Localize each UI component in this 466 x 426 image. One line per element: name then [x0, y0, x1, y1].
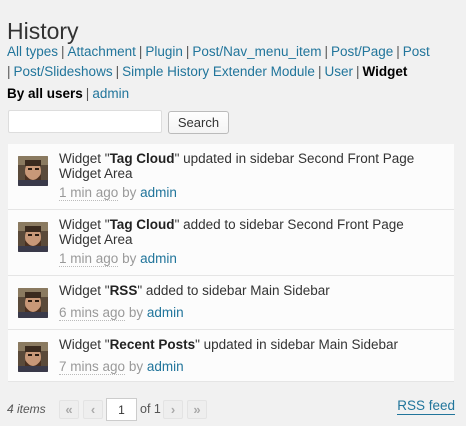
avatar	[18, 156, 48, 186]
separator: |	[138, 44, 143, 59]
item-user-link[interactable]: admin	[140, 251, 177, 266]
search-button[interactable]: Search	[168, 111, 229, 134]
item-user-link[interactable]: admin	[147, 305, 184, 320]
filter-type-attachment[interactable]: Attachment	[68, 44, 136, 59]
separator: |	[85, 86, 90, 101]
filter-type-widget-current: Widget	[362, 64, 408, 79]
widget-name: Tag Cloud	[109, 151, 175, 166]
prev-page-button[interactable]: ‹	[83, 400, 103, 419]
item-time: 1 min ago	[59, 185, 119, 201]
filter-user-admin[interactable]: admin	[92, 86, 129, 101]
filter-type-all-types[interactable]: All types	[7, 44, 58, 59]
pagination-bar: 4 items « ‹ of 1 › » RSS feed	[7, 398, 455, 421]
widget-name: Recent Posts	[109, 337, 196, 352]
first-page-button[interactable]: «	[59, 400, 79, 419]
item-message: Widget "RSS" added to sidebar Main Sideb…	[59, 283, 330, 298]
avatar	[18, 222, 48, 252]
widget-name: RSS	[109, 283, 138, 298]
filter-user-all-current: By all users	[7, 86, 83, 101]
item-message: Widget "Tag Cloud" added to sidebar Seco…	[59, 217, 404, 247]
last-page-button[interactable]: »	[187, 400, 207, 419]
next-page-button[interactable]: ›	[163, 400, 183, 419]
user-filter: By all users | admin	[7, 85, 129, 103]
total-pages: of 1	[140, 402, 161, 416]
item-message: Widget "Recent Posts" updated in sidebar…	[59, 337, 399, 352]
filter-type-post-slideshows[interactable]: Post/Slideshows	[14, 64, 113, 79]
item-message: Widget "Tag Cloud" updated in sidebar Se…	[59, 151, 415, 181]
item-meta: 1 min ago by admin	[59, 251, 177, 267]
separator: |	[115, 64, 120, 79]
history-item: Widget "RSS" added to sidebar Main Sideb…	[8, 276, 454, 330]
widget-name: Tag Cloud	[109, 217, 175, 232]
filter-type-user[interactable]: User	[324, 64, 353, 79]
history-item: Widget "Tag Cloud" added to sidebar Seco…	[8, 210, 454, 276]
avatar	[18, 288, 48, 318]
type-filter: All types | Attachment | Plugin | Post/Nav_men…	[7, 42, 459, 82]
item-time: 6 mins ago	[59, 305, 126, 321]
item-meta: 7 mins ago by admin	[59, 359, 184, 375]
history-item: Widget "Recent Posts" updated in sidebar…	[8, 330, 454, 382]
item-meta: 6 mins ago by admin	[59, 305, 184, 321]
item-user-link[interactable]: admin	[147, 359, 184, 374]
item-count: 4 items	[7, 402, 46, 416]
separator: |	[185, 44, 190, 59]
history-item: Widget "Tag Cloud" updated in sidebar Se…	[8, 144, 454, 210]
item-time: 7 mins ago	[59, 359, 126, 375]
history-list: Widget "Tag Cloud" updated in sidebar Se…	[8, 144, 454, 382]
filter-type-simple-history-extender-module[interactable]: Simple History Extender Module	[122, 64, 315, 79]
item-time: 1 min ago	[59, 251, 119, 267]
filter-type-post-nav-menu-item[interactable]: Post/Nav_menu_item	[192, 44, 321, 59]
separator: |	[61, 44, 65, 59]
filter-type-post-page[interactable]: Post/Page	[331, 44, 393, 59]
rss-feed-link[interactable]: RSS feed	[397, 398, 455, 415]
item-meta: 1 min ago by admin	[59, 185, 177, 201]
avatar	[18, 342, 48, 372]
filter-type-post[interactable]: Post	[403, 44, 430, 59]
search-input[interactable]	[8, 110, 162, 133]
separator: |	[324, 44, 328, 59]
current-page-input[interactable]	[106, 398, 137, 421]
item-user-link[interactable]: admin	[140, 185, 177, 200]
separator: |	[396, 44, 400, 59]
filter-type-plugin[interactable]: Plugin	[145, 44, 183, 59]
